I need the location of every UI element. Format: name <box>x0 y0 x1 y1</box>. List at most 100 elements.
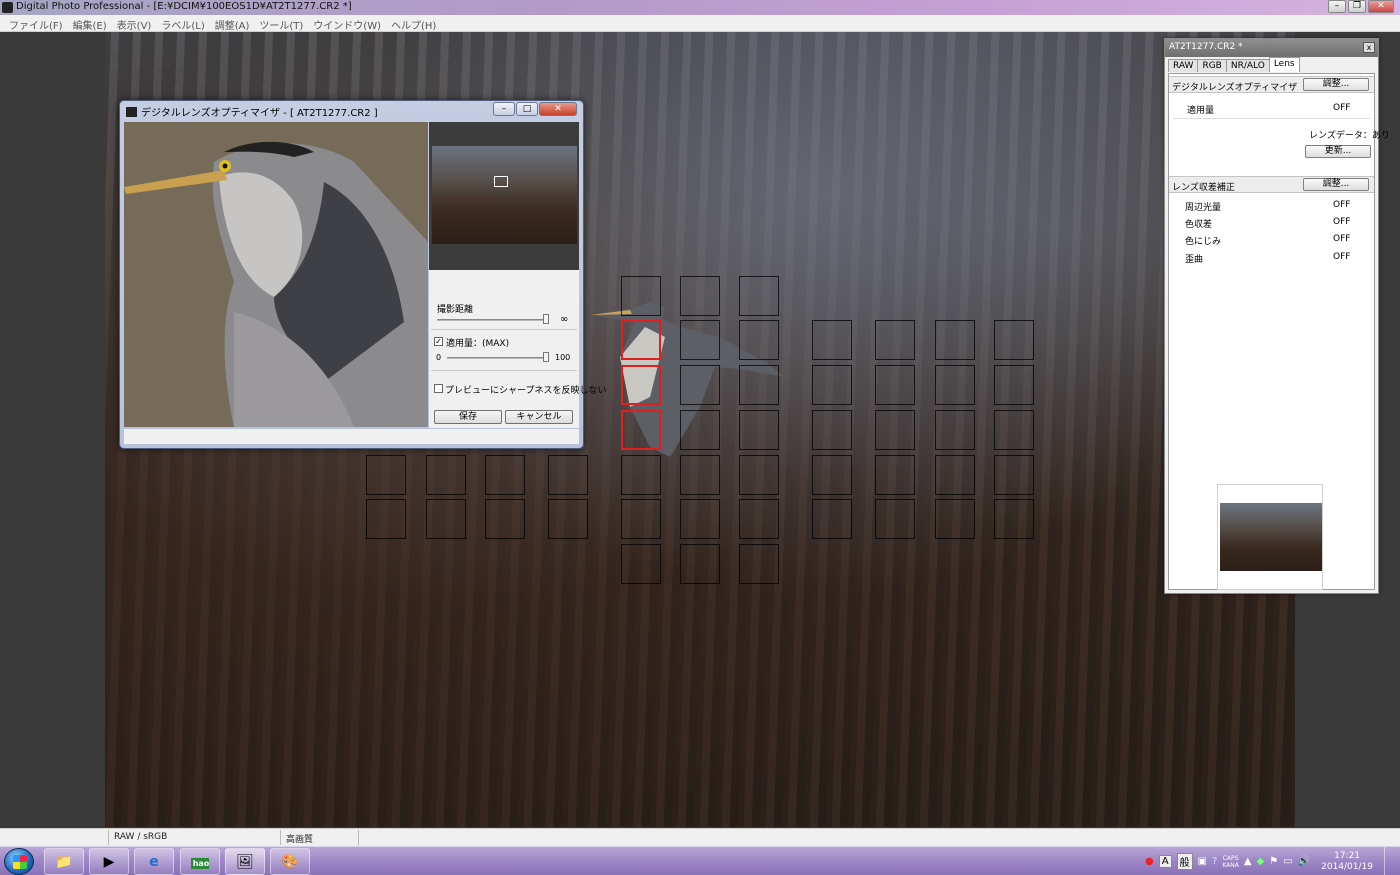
heron-closeup-image <box>124 122 428 427</box>
clock-date: 2014/01/19 <box>1321 861 1373 872</box>
af-point <box>621 544 661 584</box>
af-point-active <box>621 410 661 450</box>
lens-data-status: レンズデータ：あり <box>1309 131 1390 141</box>
af-point-active <box>621 320 661 360</box>
af-point <box>935 455 975 495</box>
af-point <box>548 499 588 539</box>
palette-thumbnail[interactable] <box>1220 503 1322 571</box>
distance-slider-track[interactable] <box>437 319 549 321</box>
dlo-close-button[interactable]: ✕ <box>539 102 577 116</box>
af-point <box>812 320 852 360</box>
status-quality: 高画質 <box>286 835 314 845</box>
volume-icon[interactable]: 🔊 <box>1298 856 1310 867</box>
photo-app-icon: 🖼 <box>236 854 254 870</box>
alert-icon[interactable]: ● <box>1145 856 1154 867</box>
menu-tools[interactable]: ツール(T) <box>254 15 308 32</box>
palette-tabs: RAW RGB NR/ALO Lens <box>1168 57 1300 72</box>
help-icon[interactable]: ? <box>1212 856 1217 867</box>
close-button[interactable]: ✕ <box>1368 0 1394 13</box>
dlo-navigator-thumbnail[interactable] <box>432 146 577 244</box>
internet-explorer-app-button[interactable]: e <box>134 848 174 875</box>
window-title-bar[interactable]: Digital Photo Professional - [E:¥DCIM¥10… <box>0 0 1400 15</box>
hao123-icon: hao 123 <box>190 858 210 875</box>
tab-rgb[interactable]: RGB <box>1197 59 1227 72</box>
update-button[interactable]: 更新... <box>1305 145 1371 158</box>
hao123-app-button[interactable]: hao 123 <box>180 848 220 875</box>
media-player-app-button[interactable]: ▶ <box>89 848 129 875</box>
no-sharpness-checkbox[interactable] <box>434 384 443 393</box>
distance-slider-thumb[interactable] <box>543 314 549 324</box>
tool-palette[interactable]: AT2T1277.CR2 * x RAW RGB NR/ALO Lens デジタ… <box>1164 38 1390 594</box>
dlo-minimize-button[interactable]: – <box>493 102 515 116</box>
folder-app-button[interactable]: 📁 <box>44 848 84 875</box>
af-point <box>680 320 720 360</box>
ime-mode[interactable]: A <box>1158 855 1172 868</box>
menu-adjust[interactable]: 調整(A) <box>210 15 255 32</box>
af-point <box>812 499 852 539</box>
menu-view[interactable]: 表示(V) <box>112 15 157 32</box>
distance-infinity: ∞ <box>560 314 569 325</box>
tab-nr-alo[interactable]: NR/ALO <box>1225 59 1270 72</box>
dlo-navigator <box>429 122 579 270</box>
af-point <box>994 455 1034 495</box>
dlo-side-panel: 撮影距離 ∞ ✓ 適用量：(MAX) 0 100 プレビューにシャープネスを反映… <box>429 122 606 428</box>
menu-edit[interactable]: 編集(E) <box>68 15 112 32</box>
network-icon[interactable]: ▭ <box>1283 856 1292 867</box>
tab-raw[interactable]: RAW <box>1168 59 1199 72</box>
af-point <box>739 320 779 360</box>
menu-window[interactable]: ウインドウ(W) <box>308 15 386 32</box>
cancel-button[interactable]: キャンセル <box>505 410 573 424</box>
palette-close-button[interactable]: x <box>1363 42 1375 53</box>
dlo-window-controls: – □ ✕ <box>493 102 577 116</box>
af-point <box>739 365 779 405</box>
tab-lens[interactable]: Lens <box>1268 57 1300 72</box>
af-point <box>739 276 779 316</box>
dlo-dialog[interactable]: デジタルレンズオプティマイザ - [ AT2T1277.CR2 ] – □ ✕ … <box>119 100 606 449</box>
af-point <box>621 455 661 495</box>
dlo-section-header: デジタルレンズオプティマイザ 調整... <box>1169 76 1374 93</box>
menu-file[interactable]: ファイル(F) <box>4 15 68 32</box>
show-hidden-icons-icon[interactable]: ▲ <box>1244 856 1252 867</box>
separator <box>431 329 577 330</box>
digital-photo-professional-app-button[interactable]: 🖼 <box>225 848 265 875</box>
dlo-preview-image[interactable] <box>124 122 428 427</box>
show-desktop-button[interactable] <box>1384 847 1394 875</box>
ime-label[interactable]: 般 <box>1176 853 1193 870</box>
apply-slider-track[interactable] <box>447 357 547 359</box>
apply-checkbox[interactable]: ✓ <box>434 337 443 346</box>
color-blur-label: 色にじみ <box>1185 237 1222 247</box>
clock[interactable]: 17:21 2014/01/19 <box>1321 851 1373 873</box>
ime-toolbox-icon[interactable]: ▣ <box>1198 856 1207 867</box>
distance-label: 撮影距離 <box>437 305 474 315</box>
chromatic-aberration-label: 色収差 <box>1185 220 1213 230</box>
apply-slider-thumb[interactable] <box>543 352 549 362</box>
af-point <box>812 410 852 450</box>
dlo-maximize-button[interactable]: □ <box>516 102 538 116</box>
media-player-icon: ▶ <box>103 854 115 870</box>
af-point <box>935 410 975 450</box>
start-button[interactable] <box>4 848 34 875</box>
palette-title-bar[interactable]: AT2T1277.CR2 * x <box>1165 39 1378 57</box>
paint-app-button[interactable]: 🎨 <box>270 848 310 875</box>
minimize-button[interactable]: – <box>1328 0 1346 13</box>
maximize-button[interactable]: ❐ <box>1348 0 1366 13</box>
save-button[interactable]: 保存 <box>434 410 502 424</box>
nvidia-icon[interactable]: ◆ <box>1257 856 1265 867</box>
menu-help[interactable]: ヘルプ(H) <box>386 15 441 32</box>
aberration-adjust-button[interactable]: 調整... <box>1303 178 1369 191</box>
menu-label[interactable]: ラベル(L) <box>156 15 209 32</box>
af-point <box>875 455 915 495</box>
flag-icon[interactable]: ⚑ <box>1269 856 1278 867</box>
dlo-adjust-button[interactable]: 調整... <box>1303 78 1369 91</box>
status-color-mode: RAW / sRGB <box>114 832 168 842</box>
af-point <box>680 365 720 405</box>
caps-kana-indicator: CAPS KANA <box>1222 855 1239 869</box>
distortion-value: OFF <box>1333 252 1351 262</box>
af-point <box>680 455 720 495</box>
no-sharpness-label: プレビューにシャープネスを反映しない <box>445 386 607 396</box>
status-bar: RAW / sRGB 高画質 <box>0 828 1400 846</box>
af-point <box>548 455 588 495</box>
af-point-active <box>621 365 661 405</box>
apply-label: 適用量：(MAX) <box>446 339 510 349</box>
palette-title: AT2T1277.CR2 * <box>1169 42 1243 52</box>
